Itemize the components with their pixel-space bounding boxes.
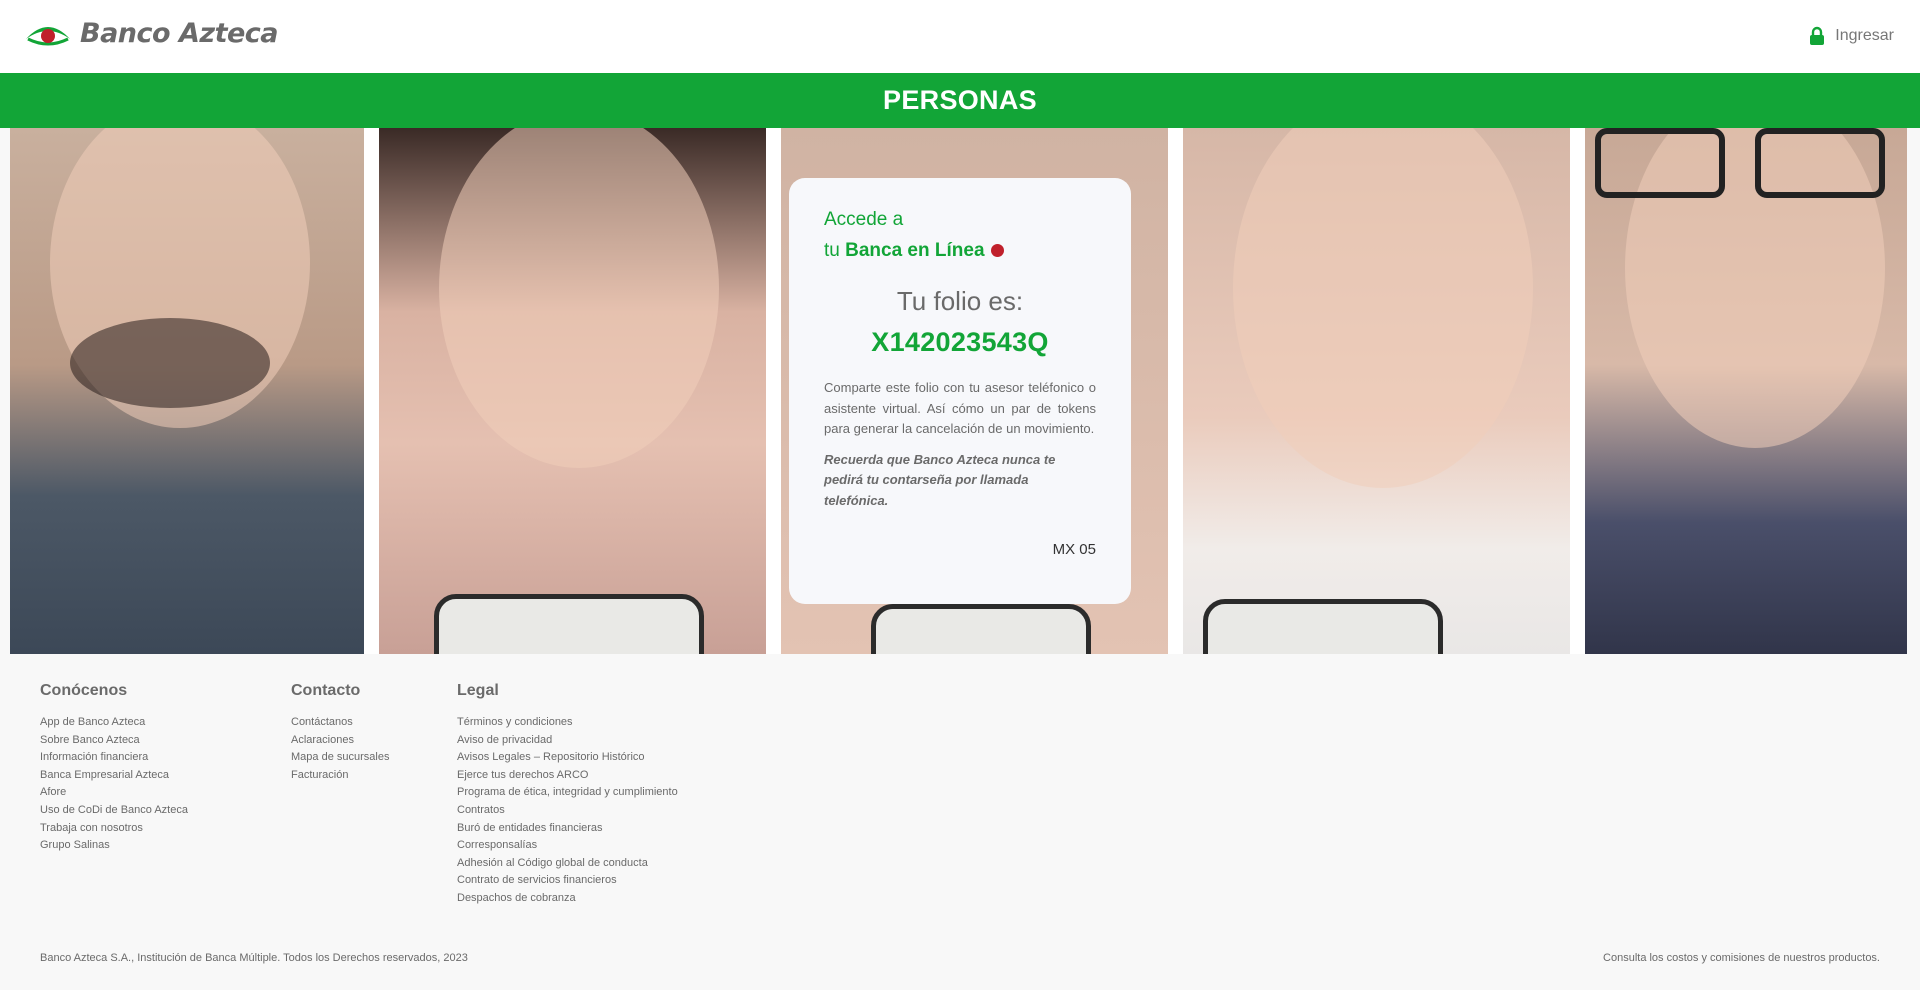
folio-label: Tu folio es: xyxy=(896,286,1024,316)
footer-link[interactable]: Información financiera xyxy=(40,749,188,767)
page-footer: Conócenos App de Banco Azteca Sobre Banc… xyxy=(0,654,1920,990)
footer-link[interactable]: Despachos de cobranza xyxy=(457,890,678,908)
footer-link[interactable]: Aviso de privacidad xyxy=(457,732,678,750)
card-heading: Accede a tu Banca en Línea xyxy=(824,204,1096,266)
top-header: Banco Azteca Ingresar xyxy=(0,0,1920,73)
footer-column-contacto: Contacto Contáctanos Aclaraciones Mapa d… xyxy=(291,682,389,784)
card-heading-prefix: tu xyxy=(824,240,846,261)
footer-link[interactable]: Ejerce tus derechos ARCO xyxy=(457,767,678,785)
footer-link[interactable]: Términos y condiciones xyxy=(457,714,678,732)
footer-column-title: Legal xyxy=(457,682,499,699)
card-security-note: Recuerda que Banco Azteca nunca te pedir… xyxy=(824,451,1056,508)
brand-name: Banco Azteca xyxy=(80,18,279,49)
card-code: MX 05 xyxy=(1052,541,1096,558)
login-button[interactable]: Ingresar xyxy=(1809,26,1894,46)
banner-title: PERSONAS xyxy=(883,85,1037,115)
hero-photo-man-beard xyxy=(10,128,364,654)
footer-link[interactable]: App de Banco Azteca xyxy=(40,714,188,732)
login-label: Ingresar xyxy=(1835,27,1894,44)
footer-link[interactable]: Avisos Legales – Repositorio Histórico xyxy=(457,749,678,767)
banco-azteca-logo-icon xyxy=(26,26,70,45)
footer-link[interactable]: Afore xyxy=(40,784,188,802)
footer-link[interactable]: Corresponsalías xyxy=(457,837,678,855)
hero-photo-woman-laughing xyxy=(1183,128,1570,654)
folio-value: X142023543Q xyxy=(871,327,1049,357)
footer-link[interactable]: Buró de entidades financieras xyxy=(457,820,678,838)
footer-link[interactable]: Facturación xyxy=(291,767,389,785)
footer-link[interactable]: Sobre Banco Azteca xyxy=(40,732,188,750)
card-heading-strong: Banca en Línea xyxy=(845,240,985,261)
card-heading-line2: tu Banca en Línea xyxy=(824,235,1096,266)
footer-link[interactable]: Contrato de servicios financieros xyxy=(457,872,678,890)
footer-column-title: Conócenos xyxy=(40,682,128,699)
section-banner: PERSONAS xyxy=(0,73,1920,128)
footer-column-legal: Legal Términos y condiciones Aviso de pr… xyxy=(457,682,678,908)
footer-column-conocenos: Conócenos App de Banco Azteca Sobre Banc… xyxy=(40,682,188,855)
footer-costs-link[interactable]: Consulta los costos y comisiones de nues… xyxy=(1603,952,1880,964)
lock-icon xyxy=(1810,26,1825,45)
folio-card: Accede a tu Banca en Línea Tu folio es: … xyxy=(789,178,1131,604)
red-dot-icon xyxy=(990,244,1004,257)
footer-link[interactable]: Mapa de sucursales xyxy=(291,749,389,767)
card-heading-line1: Accede a xyxy=(824,209,904,230)
footer-column-title: Contacto xyxy=(291,682,361,699)
footer-link[interactable]: Uso de CoDi de Banco Azteca xyxy=(40,802,188,820)
footer-link[interactable]: Adhesión al Código global de conducta xyxy=(457,855,678,873)
hero-photo-man-glasses xyxy=(1585,128,1907,654)
footer-link[interactable]: Programa de ética, integridad y cumplimi… xyxy=(457,784,678,802)
footer-copyright: Banco Azteca S.A., Institución de Banca … xyxy=(40,952,468,964)
footer-link[interactable]: Contáctanos xyxy=(291,714,389,732)
footer-link[interactable]: Trabaja con nosotros xyxy=(40,820,188,838)
card-instructions: Comparte este folio con tu asesor teléfo… xyxy=(824,380,1096,436)
footer-link[interactable]: Banca Empresarial Azteca xyxy=(40,767,188,785)
brand-logo[interactable]: Banco Azteca xyxy=(24,18,279,49)
footer-link[interactable]: Aclaraciones xyxy=(291,732,389,750)
footer-link[interactable]: Grupo Salinas xyxy=(40,837,188,855)
footer-link[interactable]: Contratos xyxy=(457,802,678,820)
hero-photo-woman-smiling xyxy=(379,128,766,654)
